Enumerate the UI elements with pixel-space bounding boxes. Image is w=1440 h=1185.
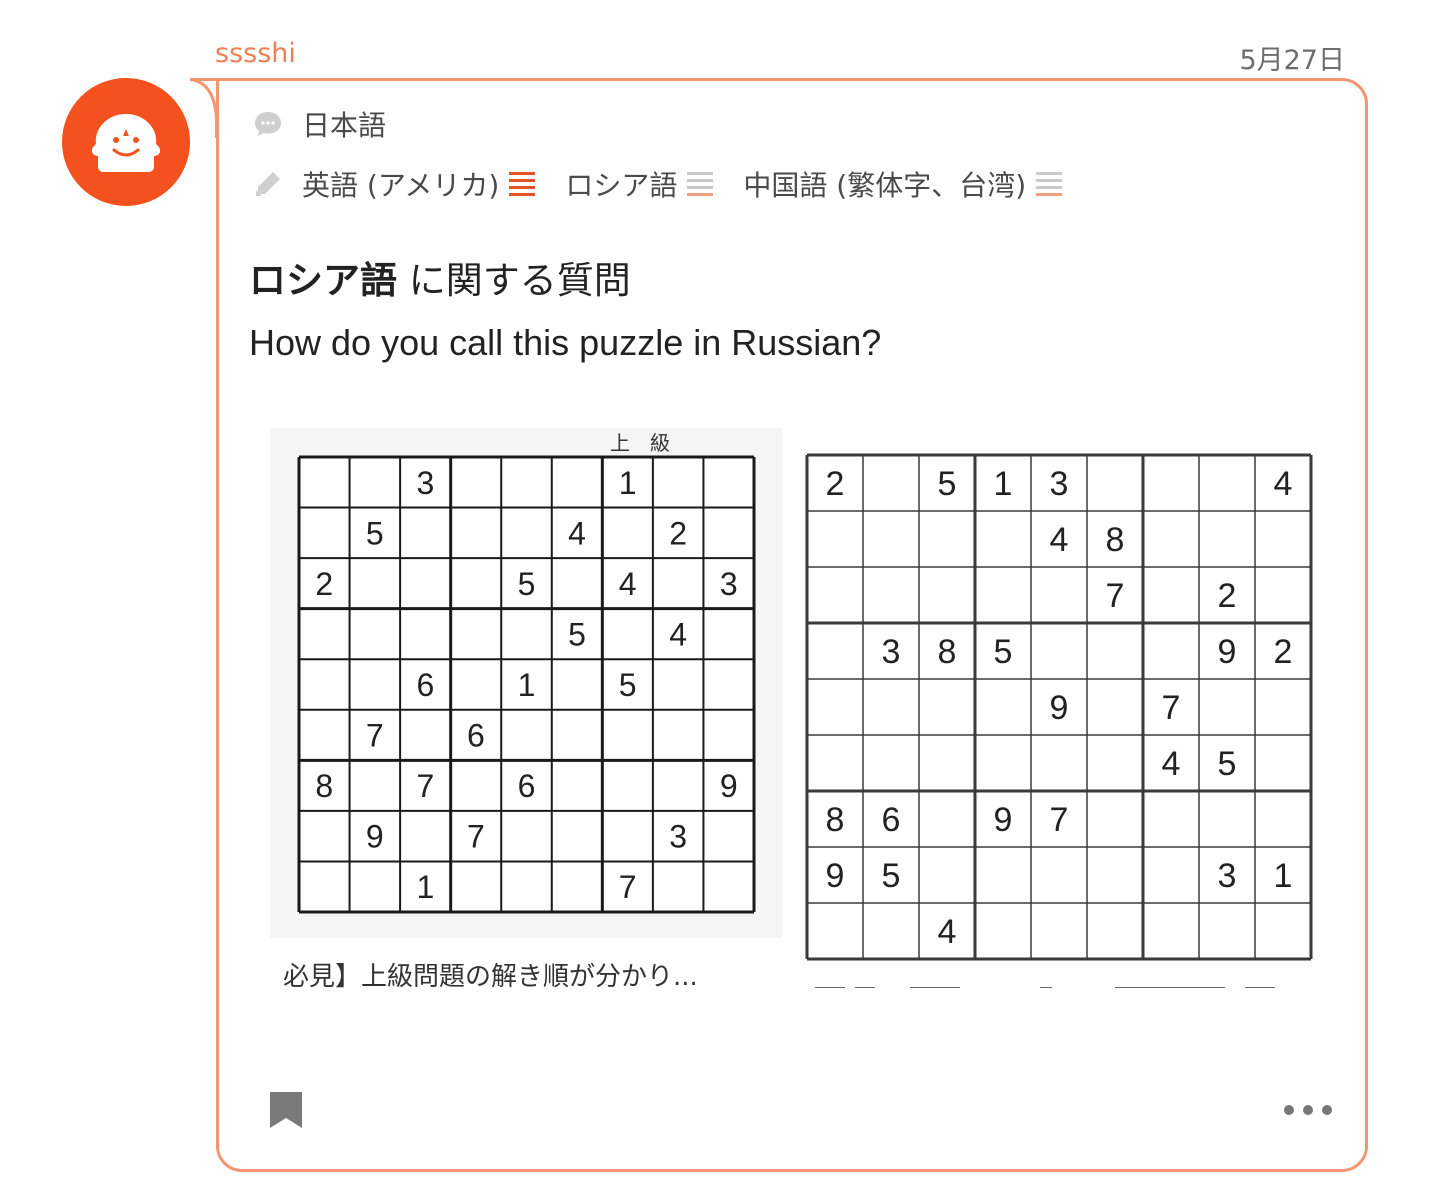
bookmark-icon[interactable] [268,1090,304,1130]
username-link[interactable]: sssshi [215,38,296,69]
sudoku-digit: 9 [720,768,738,804]
sudoku-digit: 7 [1106,577,1125,615]
sudoku-digit: 5 [619,667,637,703]
sudoku-digit: 3 [720,566,738,602]
sudoku-digit: 1 [994,465,1013,503]
sudoku-digit: 2 [826,465,845,503]
image-caption-right-clipped [815,978,1295,988]
learning-language-label: 中国語 (繁体字、台湾) [743,169,1027,202]
sudoku-digit: 4 [1274,465,1293,503]
sudoku-digit: 7 [1050,801,1069,839]
sudoku-digit: 2 [1218,577,1237,615]
sudoku-grid-image: 上 級 3 15 4 22 5 4 35 46 1 57 68 7 6 99 7 31 7 [297,432,756,914]
sudoku-digit: 3 [669,819,687,855]
sudoku-digit: 7 [366,718,384,754]
sudoku-digit: 2 [1274,633,1293,671]
sudoku-digit: 9 [1050,689,1069,727]
post-date: 5月27日 [1239,45,1345,76]
sudoku-digit: 2 [315,566,333,602]
sudoku-digit: 5 [938,465,957,503]
sudoku-digit: 5 [518,566,536,602]
bubble-tail [189,78,218,138]
native-language: 日本語 [302,109,387,142]
learning-language-label: 英語 (アメリカ) [302,169,500,202]
sudoku-digit: 9 [994,801,1013,839]
sudoku-digit: 5 [994,633,1013,671]
sudoku-digit: 5 [366,515,384,551]
proficiency-level-icon [509,172,536,196]
sudoku-digit: 6 [467,718,485,754]
sudoku-digit: 5 [1218,745,1237,783]
sudoku-digit: 9 [366,819,384,855]
sudoku-digit: 4 [1050,521,1069,559]
sudoku-digit: 9 [826,857,845,895]
avatar[interactable] [62,78,190,206]
image-header-text: 上 級 [610,432,670,455]
image-caption-left: 必見】上級問題の解き順が分かり... [283,962,698,992]
sudoku-digit: 4 [938,913,957,951]
mascot-face-icon [91,114,161,172]
sudoku-digit: 4 [1162,745,1181,783]
question-card-page: sssshi 5月27日 日本語 英語 (アメリカ) ロシア語 中国語 (繁体字… [0,0,1440,1185]
sudoku-digit: 3 [416,465,434,501]
learning-language-item: ロシア語 [565,164,714,204]
sudoku-digit: 8 [826,801,845,839]
sudoku-digit: 2 [669,515,687,551]
sudoku-digit: 3 [1050,465,1069,503]
sudoku-digit: 1 [416,869,434,905]
sudoku-digit: 1 [1274,857,1293,895]
sudoku-digit: 7 [416,768,434,804]
learning-language-label: ロシア語 [565,169,678,202]
sudoku-digit: 3 [882,633,901,671]
sudoku-digit: 5 [568,616,586,652]
sudoku-digit: 7 [619,869,637,905]
sudoku-digit: 8 [315,768,333,804]
sudoku-digit: 4 [619,566,637,602]
question-title[interactable]: ロシア語 に関する質問 [249,250,631,304]
sudoku-digit: 6 [416,667,434,703]
image-thumbnail-right[interactable]: 251344872385929745869795314 [805,453,1313,963]
image-thumbnail-left[interactable]: 上 級 3154225435461576876997317 [270,428,782,938]
more-dots-icon[interactable] [1284,1098,1332,1122]
sudoku-digit: 8 [938,633,957,671]
sudoku-digit: 4 [669,616,687,652]
sudoku-digit: 6 [518,768,536,804]
learning-language-item: 英語 (アメリカ) [302,164,536,204]
sudoku-digit: 3 [1218,857,1237,895]
sudoku-digit: 6 [882,801,901,839]
sudoku-grid-image: 2 5 1 3 44 87 23 8 5 9 29 74 58 6 9 79 5 3 14 [805,453,1313,961]
sudoku-digit: 7 [467,819,485,855]
proficiency-level-icon [1036,172,1063,196]
learning-languages-row: 英語 (アメリカ) ロシア語 中国語 (繁体字、台湾) [252,164,1092,204]
native-language-row: 日本語 [252,104,386,144]
pencil-icon [252,168,284,200]
proficiency-level-icon [687,172,714,196]
sudoku-digit: 1 [518,667,536,703]
question-text: How do you call this puzzle in Russian? [249,322,882,363]
sudoku-digit: 1 [619,465,637,501]
question-title-suffix: に関する質問 [397,259,631,302]
sudoku-digit: 9 [1218,633,1237,671]
learning-language-item: 中国語 (繁体字、台湾) [743,164,1063,204]
sudoku-digit: 4 [568,515,586,551]
question-language: ロシア語 [249,259,397,302]
speech-bubble-icon [252,108,284,140]
sudoku-digit: 5 [882,857,901,895]
sudoku-digit: 7 [1162,689,1181,727]
sudoku-digit: 8 [1106,521,1125,559]
